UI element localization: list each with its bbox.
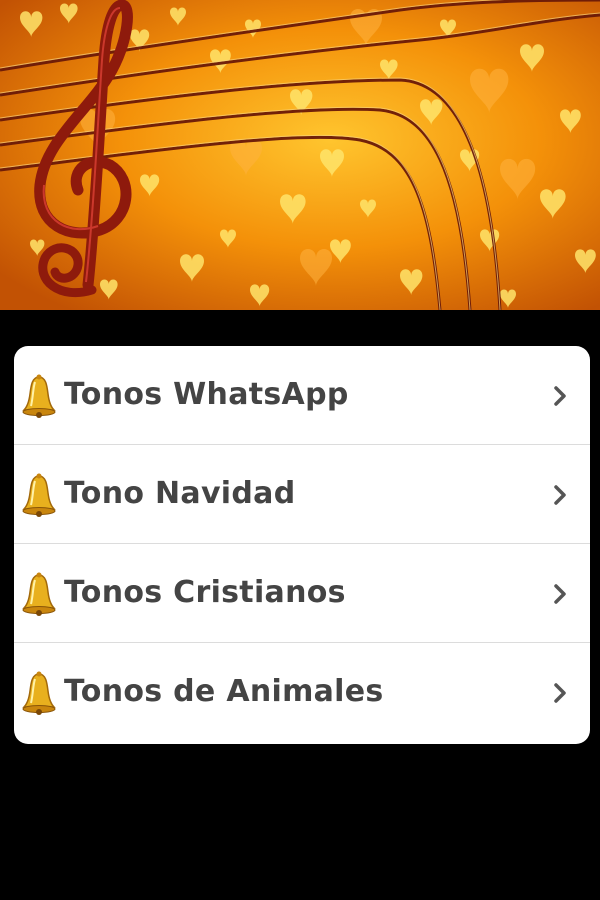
list-item-tono-navidad[interactable]: Tono Navidad: [14, 445, 590, 544]
chevron-right-icon: [554, 683, 566, 703]
list-item-label: Tonos WhatsApp: [64, 377, 349, 412]
treble-clef-hearts-banner: [0, 0, 600, 310]
chevron-right-icon: [554, 485, 566, 505]
ringtone-category-list: Tonos WhatsApp Tono Navidad Tonos Cristi…: [14, 346, 590, 744]
list-item-tonos-de-animales[interactable]: Tonos de Animales: [14, 643, 590, 743]
header-banner-image: [0, 0, 600, 310]
bell-icon: [22, 572, 56, 616]
list-item-label: Tono Navidad: [64, 476, 296, 511]
list-item-tonos-whatsapp[interactable]: Tonos WhatsApp: [14, 346, 590, 445]
list-item-tonos-cristianos[interactable]: Tonos Cristianos: [14, 544, 590, 643]
bell-icon: [22, 374, 56, 418]
list-item-label: Tonos de Animales: [64, 674, 384, 709]
chevron-right-icon: [554, 386, 566, 406]
bell-icon: [22, 671, 56, 715]
bell-icon: [22, 473, 56, 517]
chevron-right-icon: [554, 584, 566, 604]
app-screen: Tonos WhatsApp Tono Navidad Tonos Cristi…: [0, 0, 600, 900]
list-item-label: Tonos Cristianos: [64, 575, 346, 610]
